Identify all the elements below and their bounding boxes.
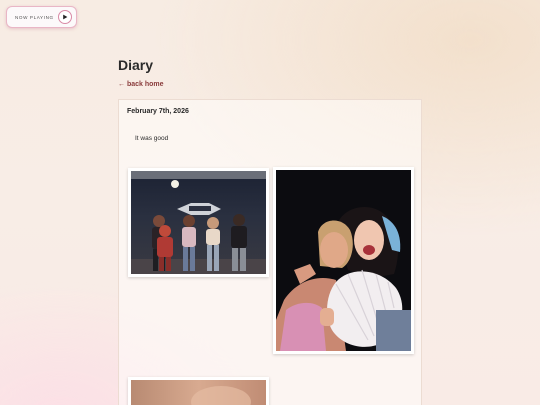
diary-entry-card: February 7th, 2026 It was good <box>118 99 422 405</box>
selfie-photo[interactable] <box>273 167 414 354</box>
group-photo-image <box>131 171 266 274</box>
group-photo[interactable] <box>128 168 269 277</box>
entry-text: It was good <box>135 135 169 142</box>
back-home-link[interactable]: ← back home <box>118 81 164 88</box>
entry-date: February 7th, 2026 <box>127 108 189 115</box>
page-title: Diary <box>118 57 154 73</box>
now-playing-label: NOW PLAYING <box>15 14 54 20</box>
third-photo[interactable] <box>128 377 269 405</box>
play-icon <box>63 14 68 20</box>
play-button[interactable] <box>58 10 72 24</box>
selfie-photo-image <box>276 170 411 351</box>
now-playing-widget[interactable]: NOW PLAYING <box>6 6 77 28</box>
third-photo-image <box>131 380 266 405</box>
